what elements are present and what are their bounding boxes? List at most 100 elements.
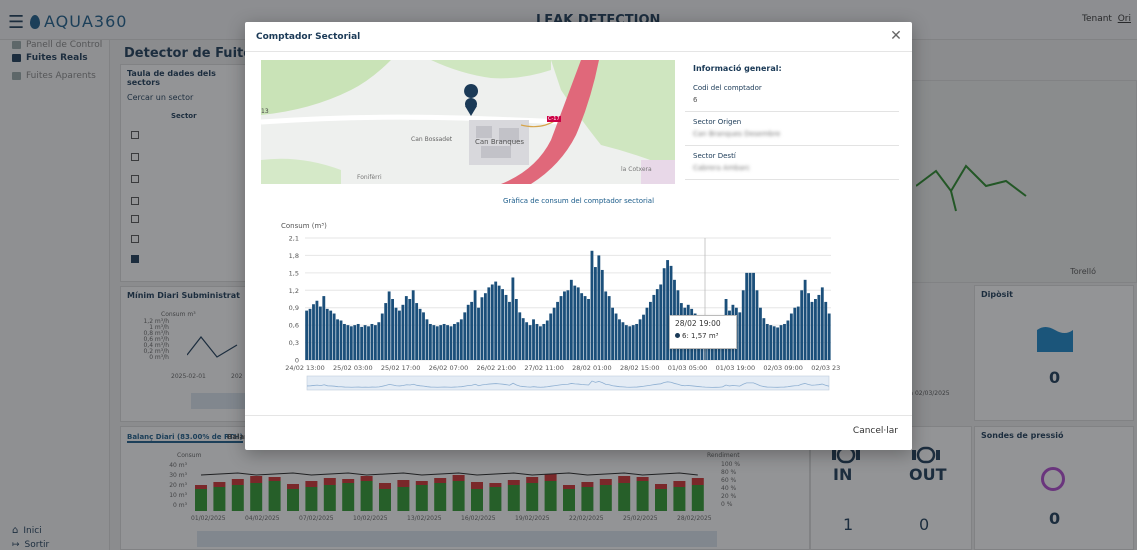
- bar: [346, 325, 350, 360]
- bar: [814, 299, 817, 360]
- map-label: Can Bossadet: [411, 136, 453, 143]
- bar: [587, 299, 590, 360]
- bar: [542, 323, 546, 360]
- y-tick-label: 1,2: [289, 287, 299, 295]
- map-label: Fonifèrri: [357, 174, 382, 181]
- bar: [772, 326, 776, 360]
- bar: [363, 325, 367, 360]
- chart-tooltip: 28/02 19:00 6: 1,57 m³: [669, 315, 737, 349]
- bar: [435, 326, 439, 360]
- bar: [422, 312, 425, 360]
- bar: [738, 312, 742, 360]
- bar: [535, 323, 539, 360]
- road-label: C-17: [547, 116, 561, 122]
- bar: [566, 290, 570, 360]
- bar: [497, 285, 501, 360]
- bar: [305, 310, 309, 360]
- bar: [442, 323, 446, 360]
- bar: [652, 294, 656, 360]
- bar: [356, 323, 360, 360]
- bar: [593, 267, 597, 360]
- info-label: Sector Origen: [693, 118, 742, 126]
- bar: [545, 320, 549, 360]
- bar: [394, 307, 398, 360]
- map-label: la Cotxera: [621, 166, 652, 173]
- bar: [511, 277, 515, 360]
- chart-heading: Gràfica de consum del comptador sectoria…: [502, 197, 655, 205]
- bar: [480, 297, 484, 360]
- info-value: 6: [693, 96, 698, 104]
- bar: [318, 306, 322, 360]
- info-source-sector: Sector Origen Can Branques Desembre: [685, 114, 899, 146]
- bar: [398, 310, 401, 360]
- bar: [501, 289, 504, 360]
- bar: [315, 300, 319, 360]
- tooltip-date: 28/02 19:00: [675, 319, 721, 328]
- bar: [387, 291, 391, 360]
- bar: [391, 299, 394, 360]
- bar: [373, 325, 377, 360]
- bar: [827, 313, 831, 360]
- general-info: Informació general: Codi del comptador 6…: [685, 60, 903, 184]
- bar: [779, 325, 783, 360]
- bar: [459, 319, 463, 360]
- map-graphics: [261, 60, 675, 184]
- bar: [563, 291, 566, 360]
- bar: [415, 303, 419, 360]
- bar: [538, 326, 542, 360]
- bar: [573, 285, 577, 360]
- bar: [446, 325, 449, 360]
- bar: [401, 304, 405, 360]
- bar: [332, 313, 336, 360]
- x-tick-label: 26/02 21:00: [477, 364, 517, 372]
- modal-title: Comptador Sectorial: [256, 32, 361, 42]
- bar: [752, 272, 755, 360]
- bar: [408, 299, 412, 360]
- info-label: Codi del comptador: [693, 84, 762, 92]
- y-tick-label: 0,9: [289, 304, 299, 312]
- bar: [755, 290, 759, 360]
- bar: [353, 325, 357, 360]
- bar: [404, 296, 408, 360]
- bar: [569, 279, 573, 360]
- y-tick-label: 0,3: [289, 339, 299, 347]
- bar: [820, 287, 824, 360]
- consumption-chart-svg: Consum (m³)00,30,60,91,21,51,82,124/02 1…: [281, 222, 851, 391]
- bar: [576, 287, 580, 360]
- bar: [762, 318, 766, 360]
- info-value: Cabrera Ambarc: [693, 164, 750, 172]
- bar: [614, 313, 618, 360]
- bar: [583, 296, 587, 360]
- bar: [645, 307, 649, 360]
- close-icon[interactable]: ✕: [888, 28, 904, 44]
- x-tick-label: 01/03 19:00: [716, 364, 756, 372]
- map-label: Can Branques: [475, 138, 525, 146]
- bar: [528, 325, 532, 360]
- bar: [312, 304, 315, 360]
- bar: [456, 322, 460, 360]
- bar: [432, 325, 436, 360]
- x-tick-label: 25/02 03:00: [333, 364, 373, 372]
- y-tick-label: 1,5: [289, 269, 299, 277]
- bar: [336, 319, 339, 360]
- consumption-chart[interactable]: Consum (m³) 0 0,3 0,6 0,9 1,2 1,5 1,8 2,1 24/02 1…: [281, 220, 851, 398]
- bar: [789, 313, 793, 360]
- x-tick-label: 24/02 13:00: [285, 364, 325, 372]
- bar: [322, 296, 326, 360]
- cancel-button[interactable]: Cancel·lar: [853, 426, 898, 436]
- info-title: Informació general:: [693, 64, 782, 73]
- bar: [552, 307, 556, 360]
- meter-modal: Comptador Sectorial ✕ 13 Can Bossadet Ca…: [245, 22, 912, 450]
- bar: [428, 323, 432, 360]
- bar: [439, 325, 443, 360]
- bar: [817, 294, 821, 360]
- meter-location-map[interactable]: 13 Can Bossadet Can Branques Fonifèrri l…: [261, 60, 675, 184]
- bar: [463, 312, 467, 360]
- bar: [518, 312, 522, 360]
- bar: [490, 284, 494, 360]
- x-tick-label: 28/02 01:00: [572, 364, 612, 372]
- bar: [769, 325, 773, 360]
- bar: [514, 299, 518, 360]
- bar: [748, 272, 752, 360]
- bar: [803, 279, 807, 360]
